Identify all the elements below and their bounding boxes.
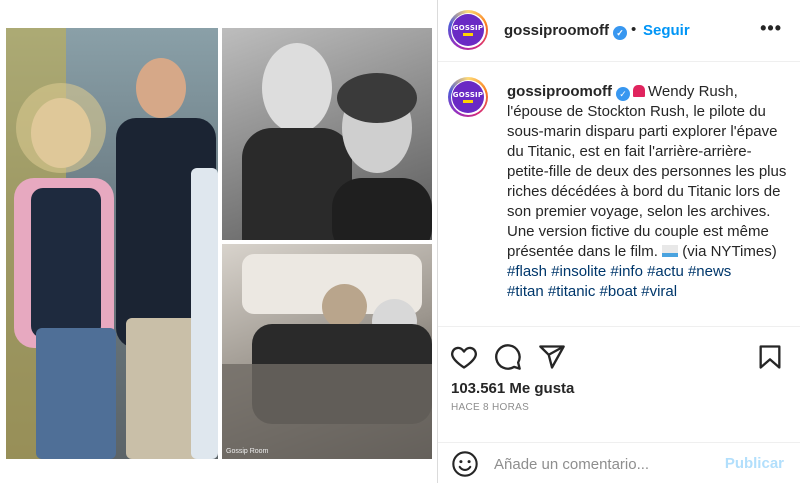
post-panel: GOSSIP gossiproomoff ✓ • Seguir ••• GOSSI…	[438, 0, 800, 483]
verified-icon: ✓	[613, 26, 627, 40]
more-options-icon[interactable]: •••	[760, 18, 782, 39]
follow-button[interactable]: Seguir	[643, 22, 690, 39]
header-username[interactable]: gossiproomoff ✓	[504, 22, 627, 40]
caption-verified-icon: ✓	[616, 87, 630, 101]
photo-film-scene: Gossip Room	[222, 244, 432, 459]
comment-icon[interactable]	[494, 343, 522, 371]
caption-avatar-logo-text: GOSSIP	[452, 91, 484, 99]
avatar-logo-text: GOSSIP	[452, 24, 484, 32]
caption-area[interactable]: GOSSIP gossiproomoff ✓ Wendy Rush, l'épous…	[438, 63, 800, 325]
comment-bar: Publicar	[438, 442, 800, 483]
watermark: Gossip Room	[226, 448, 269, 455]
avatar[interactable]: GOSSIP	[448, 10, 488, 50]
siren-icon	[633, 85, 645, 97]
heart-icon[interactable]	[450, 343, 478, 371]
caption-hashtags[interactable]: #flash #insolite #info #actu #news	[507, 263, 731, 280]
bookmark-icon[interactable]	[756, 343, 784, 371]
caption-username[interactable]: gossiproomoff	[507, 83, 612, 100]
like-count[interactable]: 103.561 Me gusta	[451, 380, 574, 397]
post-time[interactable]: HACE 8 HORAS	[451, 402, 529, 413]
caption-source: (via NYTimes)	[682, 243, 777, 260]
caption-hashtags-more[interactable]: #titan #titanic #boat #viral	[507, 283, 677, 300]
caption-avatar[interactable]: GOSSIP	[448, 77, 488, 117]
photo-collage: Gossip Room	[6, 28, 432, 459]
publish-button[interactable]: Publicar	[725, 455, 784, 472]
caption-avatar-logo-bar	[463, 100, 473, 103]
photo-vintage-couple	[222, 28, 432, 240]
photo-couple-outdoors	[6, 28, 218, 459]
post-header: GOSSIP gossiproomoff ✓ • Seguir •••	[438, 0, 800, 62]
comment-input[interactable]	[494, 454, 714, 474]
avatar-logo-bar	[463, 33, 473, 36]
header-username-text[interactable]: gossiproomoff	[504, 22, 609, 39]
share-icon[interactable]	[538, 343, 566, 371]
caption-text: gossiproomoff ✓ Wendy Rush, l'épouse de St…	[507, 82, 792, 302]
ship-icon	[662, 245, 679, 257]
caption-body: Wendy Rush, l'épouse de Stockton Rush, l…	[507, 83, 787, 220]
header-separator: •	[631, 21, 637, 38]
action-bar: 103.561 Me gusta HACE 8 HORAS	[438, 326, 800, 442]
post-media[interactable]: Gossip Room	[0, 0, 437, 483]
emoji-icon[interactable]	[451, 450, 479, 478]
